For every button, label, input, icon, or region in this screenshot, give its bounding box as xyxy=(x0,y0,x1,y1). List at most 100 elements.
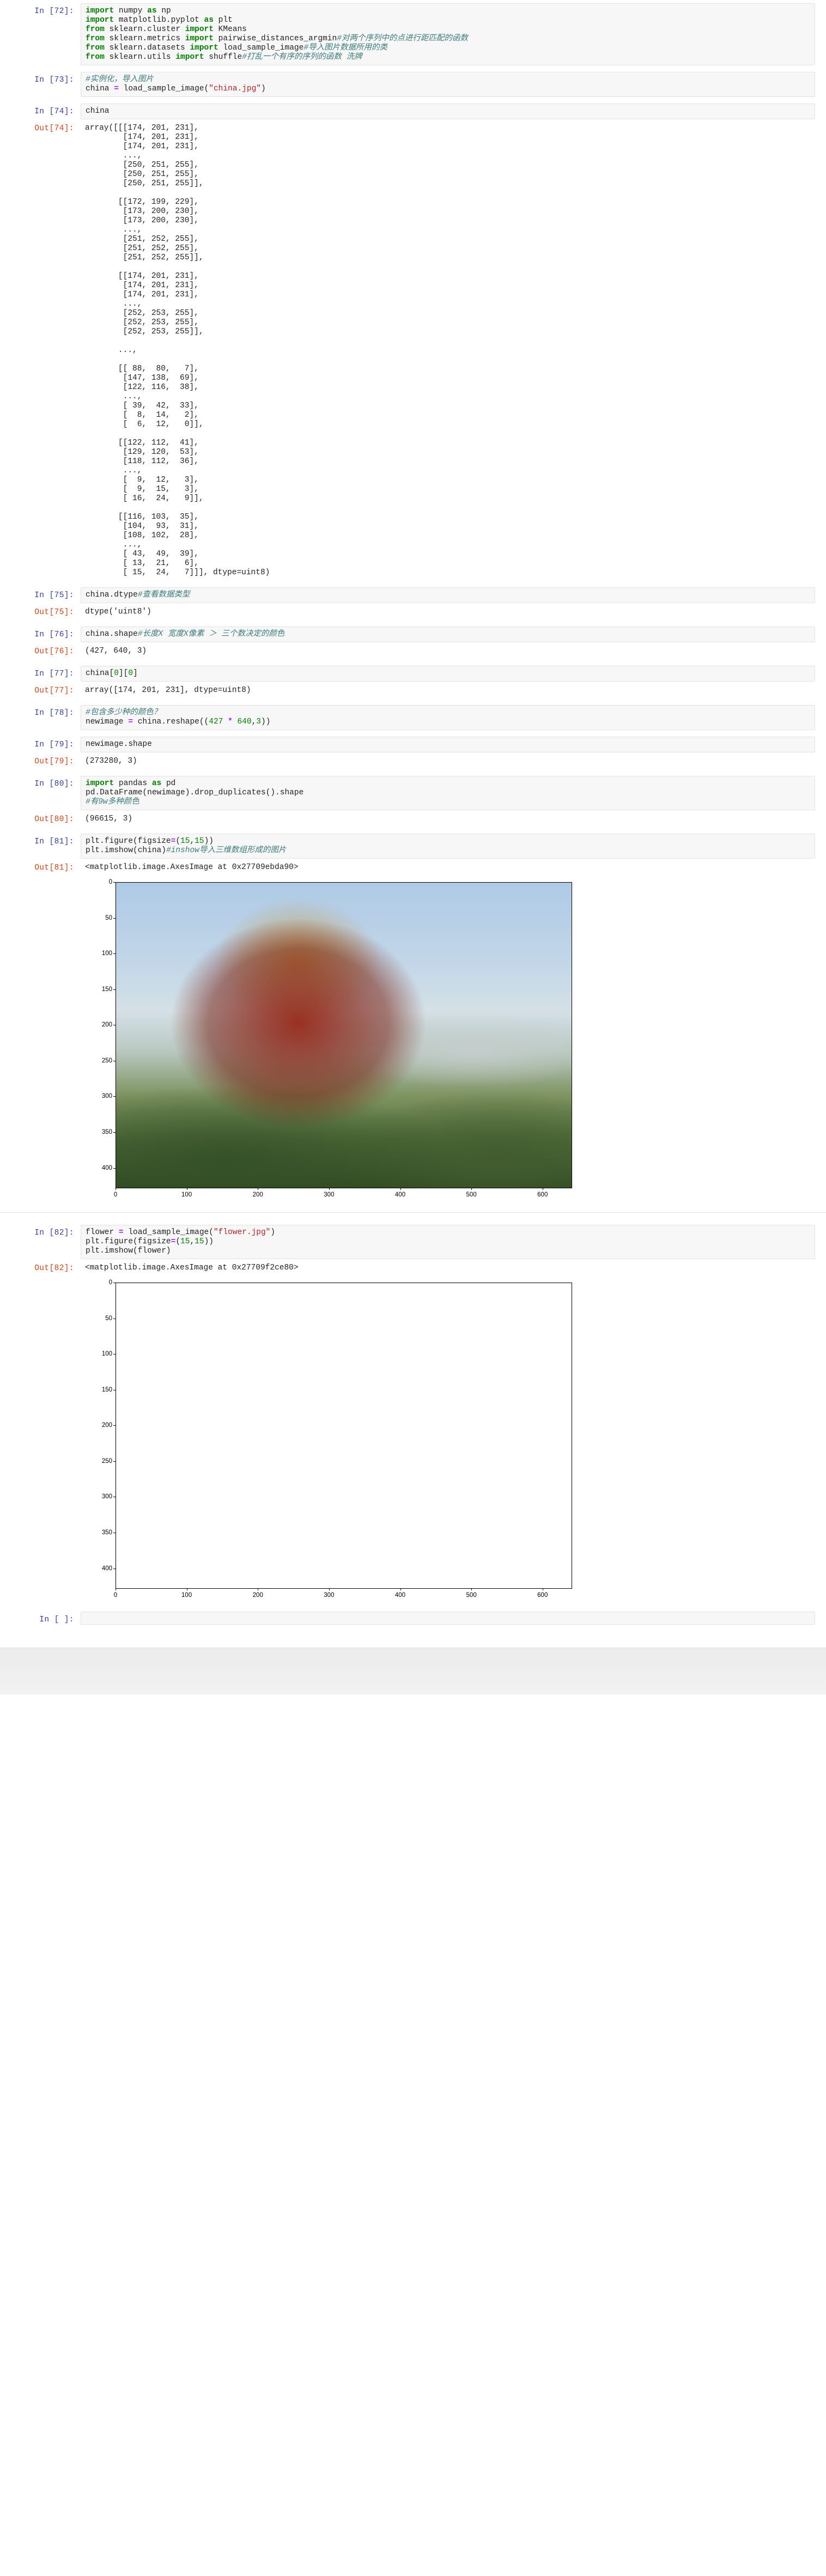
y-tick-mark xyxy=(113,1132,116,1133)
cell-spacer xyxy=(0,1606,826,1612)
y-tick-label: 350 xyxy=(101,1529,112,1536)
notebook-output: Out[80]: (96615, 3) xyxy=(0,811,826,827)
output-text: dtype('uint8') xyxy=(81,604,815,620)
output-prompt: Out[75]: xyxy=(34,608,74,617)
notebook-cell: In [78]: #包含多少种的颜色？ newimage = china.resh… xyxy=(0,705,826,730)
x-tick-label: 400 xyxy=(394,1192,406,1198)
code-input-area[interactable]: china xyxy=(81,104,815,119)
code-input-area[interactable]: plt.figure(figsize=(15,15)) plt.imshow(c… xyxy=(81,834,815,859)
x-tick-label: 0 xyxy=(113,1592,118,1599)
notebook-output: Out[81]: <matplotlib.image.AxesImage at 0… xyxy=(0,860,826,876)
y-tick-mark xyxy=(113,1096,116,1097)
china-image-plot: 0 50 100 150 200 250 300 350 400 0 100 200 300 400 500… xyxy=(81,877,826,1206)
cell-spacer xyxy=(0,770,826,776)
code-input-area[interactable]: #包含多少种的颜色？ newimage = china.reshape((427… xyxy=(81,705,815,730)
y-tick-label: 100 xyxy=(101,1351,112,1358)
notebook-output: Out[82]: <matplotlib.image.AxesImage at 0… xyxy=(0,1260,826,1276)
x-tick-mark xyxy=(471,1188,472,1190)
y-tick-label: 0 xyxy=(108,1279,112,1286)
output-text: (273280, 3) xyxy=(81,754,815,769)
x-tick-label: 600 xyxy=(537,1192,548,1198)
notebook-cell: In [72]: import numpy as np import matplo… xyxy=(0,3,826,65)
input-prompt: In [73]: xyxy=(34,76,74,84)
code-input-area[interactable]: flower = load_sample_image("flower.jpg")… xyxy=(81,1225,815,1259)
image-canvas xyxy=(116,1283,572,1589)
x-tick-label: 400 xyxy=(394,1592,406,1599)
y-tick-label: 200 xyxy=(101,1022,112,1029)
cell-spacer xyxy=(0,98,826,104)
cell-divider xyxy=(0,1212,826,1213)
notebook-output: Out[79]: (273280, 3) xyxy=(0,754,826,769)
notebook-output: Out[74]: array([[[174, 201, 231], [174, 2… xyxy=(0,120,826,581)
y-tick-mark xyxy=(113,953,116,955)
x-tick-label: 500 xyxy=(466,1592,477,1599)
y-tick-mark xyxy=(113,1425,116,1426)
y-tick-label: 400 xyxy=(101,1565,112,1572)
code-input-area[interactable]: china[0][0] xyxy=(81,666,815,682)
input-prompt: In [81]: xyxy=(34,837,74,846)
x-tick-label: 300 xyxy=(324,1192,335,1198)
code-input-area[interactable]: newimage.shape xyxy=(81,737,815,752)
output-prompt: Out[76]: xyxy=(34,647,74,656)
y-tick-label: 400 xyxy=(101,1164,112,1171)
page-footer xyxy=(0,1648,826,1694)
y-tick-label: 300 xyxy=(101,1093,112,1100)
output-text: (96615, 3) xyxy=(81,811,815,827)
x-tick-label: 200 xyxy=(252,1192,263,1198)
cell-spacer xyxy=(0,66,826,72)
x-tick-mark xyxy=(400,1188,401,1190)
notebook-cell: In [74]: china xyxy=(0,104,826,119)
output-text: <matplotlib.image.AxesImage at 0x27709f2… xyxy=(81,1260,815,1276)
code-input-area[interactable]: china.dtype#查看数据类型 xyxy=(81,587,815,603)
code-input-area[interactable]: china.shape#长度X 宽度X像素 ＞ 三个数决定的颜色 xyxy=(81,627,815,642)
output-text: array([[[174, 201, 231], [174, 201, 231]… xyxy=(81,120,815,581)
y-tick-mark xyxy=(113,1168,116,1169)
y-tick-label: 350 xyxy=(101,1129,112,1136)
x-tick-mark xyxy=(329,1188,330,1190)
x-tick-label: 200 xyxy=(252,1592,263,1599)
x-tick-mark xyxy=(471,1588,472,1590)
y-tick-label: 250 xyxy=(101,1457,112,1465)
y-tick-label: 50 xyxy=(105,914,112,921)
code-input-area[interactable]: #实例化，导入图片 china = load_sample_image("chi… xyxy=(81,72,815,97)
y-tick-mark xyxy=(113,882,116,883)
input-prompt: In [80]: xyxy=(34,780,74,788)
input-prompt: In [79]: xyxy=(34,740,74,749)
output-prompt: Out[81]: xyxy=(34,864,74,872)
y-tick-label: 150 xyxy=(101,1386,112,1393)
image-canvas xyxy=(116,882,572,1188)
y-tick-mark xyxy=(113,918,116,919)
china-image-plot-row: 0 50 100 150 200 250 300 350 400 0 100 200 300 400 500… xyxy=(0,877,826,1206)
flower-image-plot: 0 50 100 150 200 250 300 350 400 0 100 200 300 400 500… xyxy=(81,1277,826,1606)
input-prompt: In [76]: xyxy=(34,630,74,639)
code-input-area[interactable] xyxy=(81,1612,815,1625)
x-tick-label: 500 xyxy=(466,1192,477,1198)
output-prompt: Out[77]: xyxy=(34,686,74,695)
plot-area: 0 50 100 150 200 250 300 350 400 0 100 200 300 400 500… xyxy=(85,879,579,1202)
cell-spacer xyxy=(0,700,826,705)
y-tick-label: 200 xyxy=(101,1422,112,1429)
notebook-output: Out[77]: array([174, 201, 231], dtype=uin… xyxy=(0,683,826,698)
figure-gutter xyxy=(0,877,81,1206)
notebook-cell: In [75]: china.dtype#查看数据类型 xyxy=(0,587,826,603)
output-text: <matplotlib.image.AxesImage at 0x27709eb… xyxy=(81,860,815,876)
x-tick-label: 600 xyxy=(537,1592,548,1599)
notebook-cell: In [ ]: xyxy=(0,1612,826,1625)
cell-spacer xyxy=(0,621,826,627)
output-prompt: Out[74]: xyxy=(34,124,74,133)
notebook-container: In [72]: import numpy as np import matplo… xyxy=(0,0,826,1694)
code-input-area[interactable]: import numpy as np import matplotlib.pyp… xyxy=(81,3,815,65)
output-prompt: Out[79]: xyxy=(34,757,74,766)
y-tick-label: 50 xyxy=(105,1315,112,1322)
output-prompt: Out[80]: xyxy=(34,815,74,824)
notebook-cell: In [81]: plt.figure(figsize=(15,15)) plt.… xyxy=(0,834,826,859)
flower-image-plot-row: 0 50 100 150 200 250 300 350 400 0 100 200 300 400 500… xyxy=(0,1277,826,1606)
y-tick-label: 300 xyxy=(101,1493,112,1500)
notebook-cell: In [80]: import pandas as pd pd.DataFrame… xyxy=(0,776,826,810)
cell-spacer xyxy=(0,660,826,666)
code-input-area[interactable]: import pandas as pd pd.DataFrame(newimag… xyxy=(81,776,815,810)
output-text: array([174, 201, 231], dtype=uint8) xyxy=(81,683,815,698)
cell-spacer xyxy=(0,1626,826,1631)
input-prompt: In [77]: xyxy=(34,670,74,678)
notebook-cell: In [82]: flower = load_sample_image("flow… xyxy=(0,1225,826,1259)
